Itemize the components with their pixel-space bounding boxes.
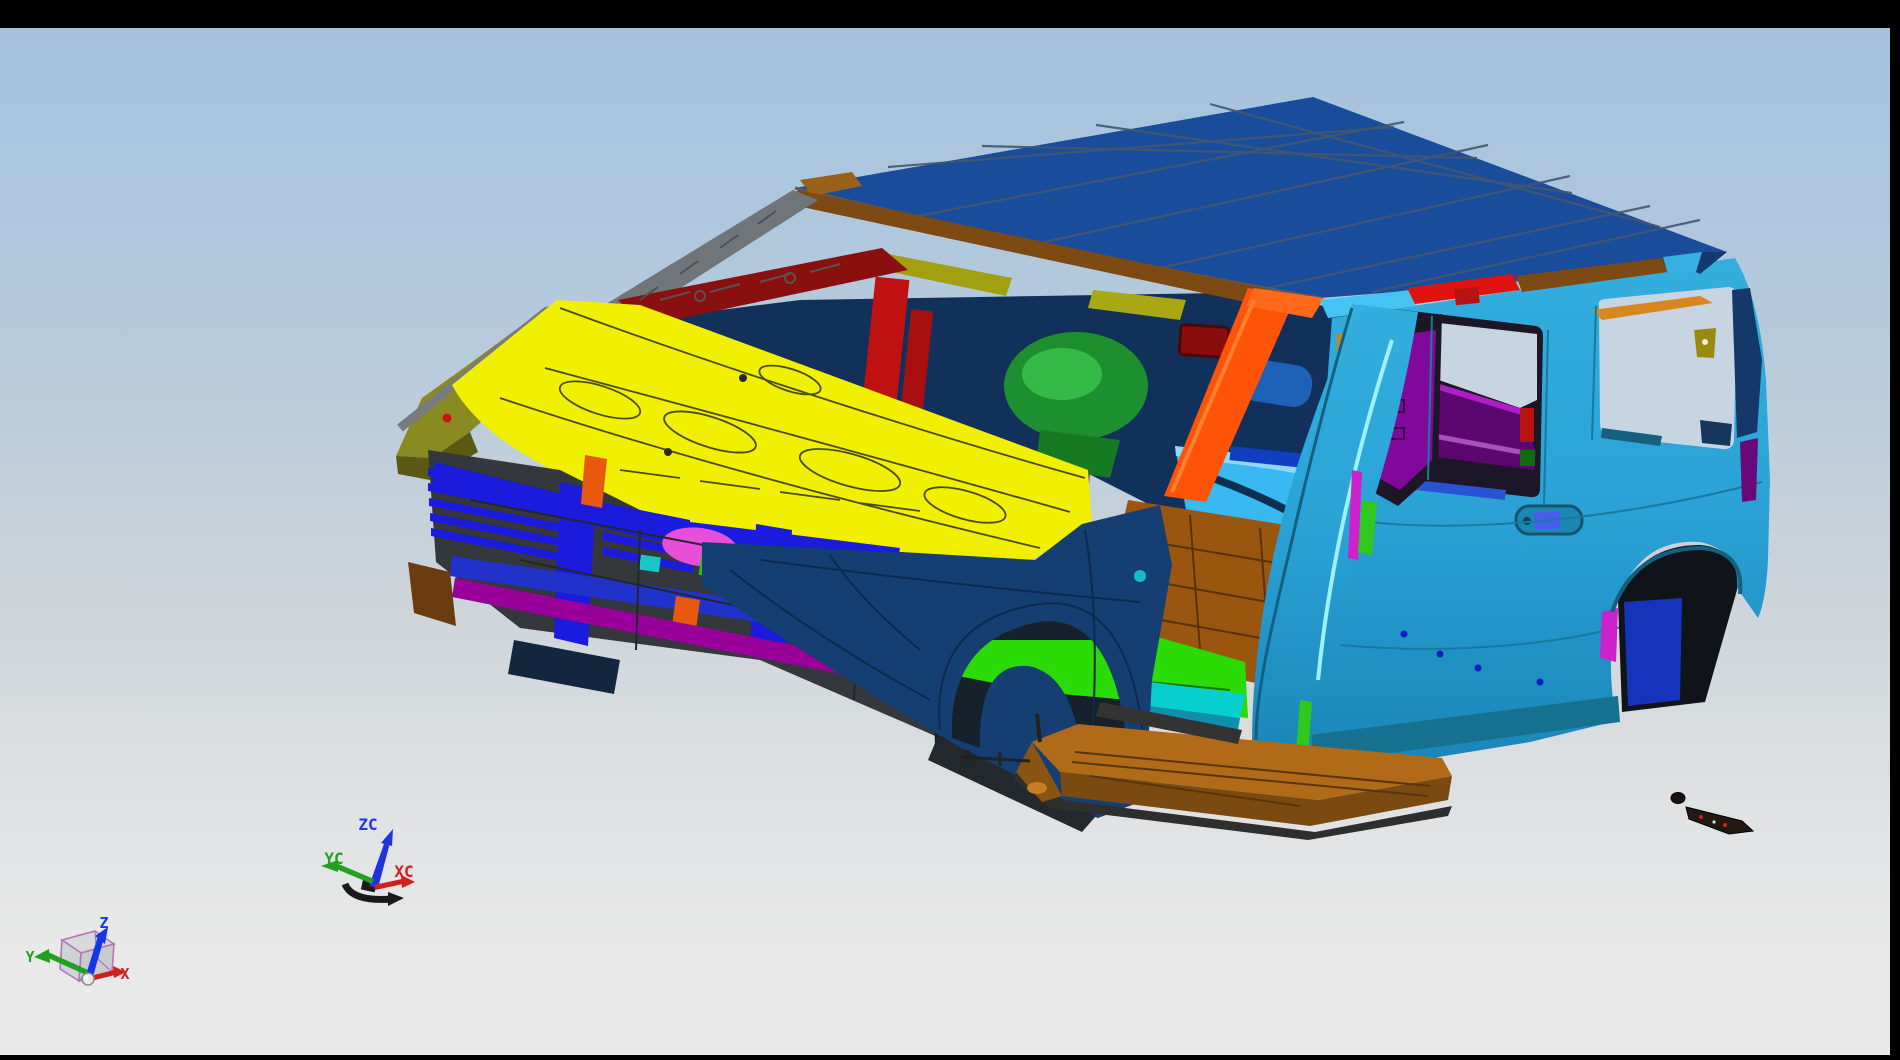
- hood-bolt-2: [739, 374, 747, 382]
- step-tip-highlight: [1027, 782, 1047, 794]
- arch-magenta-sliver[interactable]: [1600, 608, 1618, 662]
- quarter-window[interactable]: [1592, 287, 1737, 449]
- graphics-viewport-3d[interactable]: ZC YC XC Z Y: [0, 28, 1890, 1055]
- fender-red-dot: [443, 414, 452, 423]
- dpillar-inner-navy[interactable]: [1732, 288, 1762, 438]
- view-y-label: Y: [25, 948, 34, 966]
- debris-sliver[interactable]: [1686, 807, 1753, 834]
- wcs-x-label: XC: [394, 862, 413, 881]
- wcs-y-label: YC: [324, 849, 343, 868]
- wcs-rotate-arrowhead[interactable]: [388, 892, 404, 906]
- seat-hump-green-hl: [1022, 348, 1102, 400]
- hood-bolt: [664, 448, 672, 456]
- window-chrome-bottom: [0, 1055, 1900, 1060]
- model-canvas[interactable]: ZC YC XC Z Y: [0, 28, 1890, 1055]
- view-x-label: X: [120, 965, 129, 983]
- wcs-z-arrowhead[interactable]: [381, 829, 393, 846]
- application-window: ZC YC XC Z Y: [0, 0, 1900, 1060]
- debris-white-speck: [1712, 820, 1715, 823]
- wcs-z-label: ZC: [358, 815, 377, 834]
- wcs-triad[interactable]: ZC YC XC: [321, 815, 415, 906]
- debris-dot[interactable]: [1671, 793, 1685, 804]
- dpillar-purple-hint: [1740, 438, 1758, 502]
- window-b-tab-hole: [1702, 339, 1708, 345]
- origin-sphere-highlight: [84, 975, 88, 979]
- view-z-label: Z: [99, 914, 108, 932]
- view-triad[interactable]: Z Y X: [25, 914, 129, 985]
- debris-red-speck-2: [1723, 823, 1727, 827]
- window-chrome-top: [0, 0, 1900, 28]
- debris-red-speck: [1699, 815, 1703, 819]
- origin-sphere[interactable]: [82, 973, 94, 985]
- debris-parts[interactable]: [1671, 793, 1753, 835]
- window-b-navy-corner: [1700, 420, 1732, 446]
- fender-cyan-plug: [1134, 570, 1146, 582]
- engine-cyan-bit[interactable]: [639, 555, 661, 573]
- hitch-navy-block[interactable]: [508, 640, 620, 694]
- arch-blue-box[interactable]: [1624, 598, 1682, 706]
- window-a-red-bit: [1520, 408, 1534, 442]
- header-redbox[interactable]: [1179, 324, 1229, 357]
- strip-red-bit: [1454, 287, 1480, 305]
- window-a-green-bit: [1520, 450, 1535, 466]
- view-y-arrowhead[interactable]: [34, 949, 50, 963]
- window-chrome-right: [1890, 0, 1900, 1060]
